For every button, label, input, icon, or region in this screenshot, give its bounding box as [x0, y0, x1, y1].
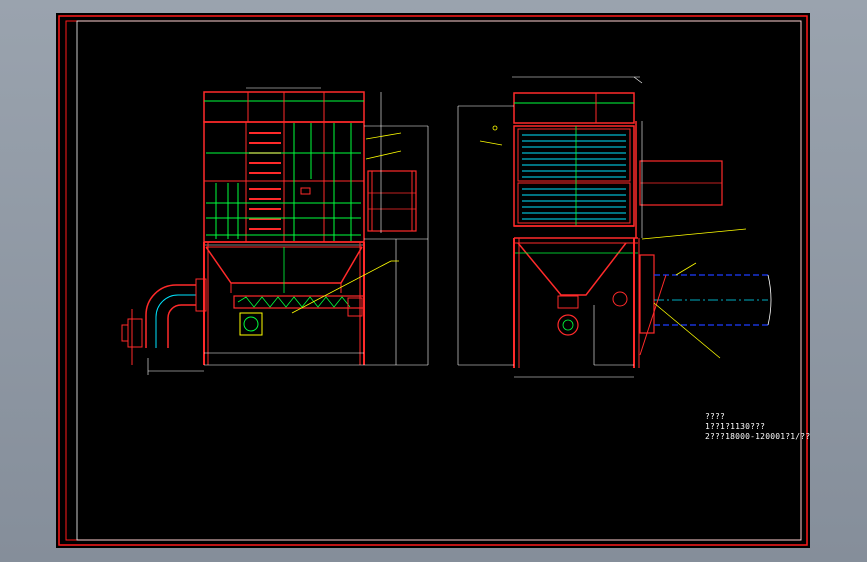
notes-title: ????	[705, 412, 726, 421]
front-leaders	[291, 132, 402, 314]
side-leaders	[479, 140, 747, 359]
drawing-notes: ???? 1??1?1130??? 2???18000-120001?1/??	[705, 412, 810, 442]
outer-border	[58, 15, 808, 546]
side-view	[457, 76, 772, 378]
side-top-hood	[513, 92, 635, 124]
sheet-border	[58, 15, 808, 546]
inlet-elbow	[145, 284, 196, 348]
front-dimensions	[147, 92, 429, 375]
rotary-valve	[557, 314, 579, 336]
frame-border	[76, 20, 802, 541]
side-filter-bags	[522, 134, 626, 220]
cad-viewport[interactable]: ???? 1??1?1130??? 2???18000-120001?1/??	[0, 0, 867, 562]
conveyor-motor	[239, 312, 263, 336]
front-view	[121, 87, 429, 375]
drawing-sheet: ???? 1??1?1130??? 2???18000-120001?1/??	[56, 13, 810, 548]
note-line-1: 1??1?1130???	[705, 422, 766, 431]
inner-border	[65, 20, 802, 541]
dust-collector-drawing	[58, 15, 808, 546]
side-hopper	[517, 242, 627, 296]
front-side-duct	[367, 170, 417, 232]
note-line-2: 2???18000-120001?1/??	[705, 432, 811, 441]
